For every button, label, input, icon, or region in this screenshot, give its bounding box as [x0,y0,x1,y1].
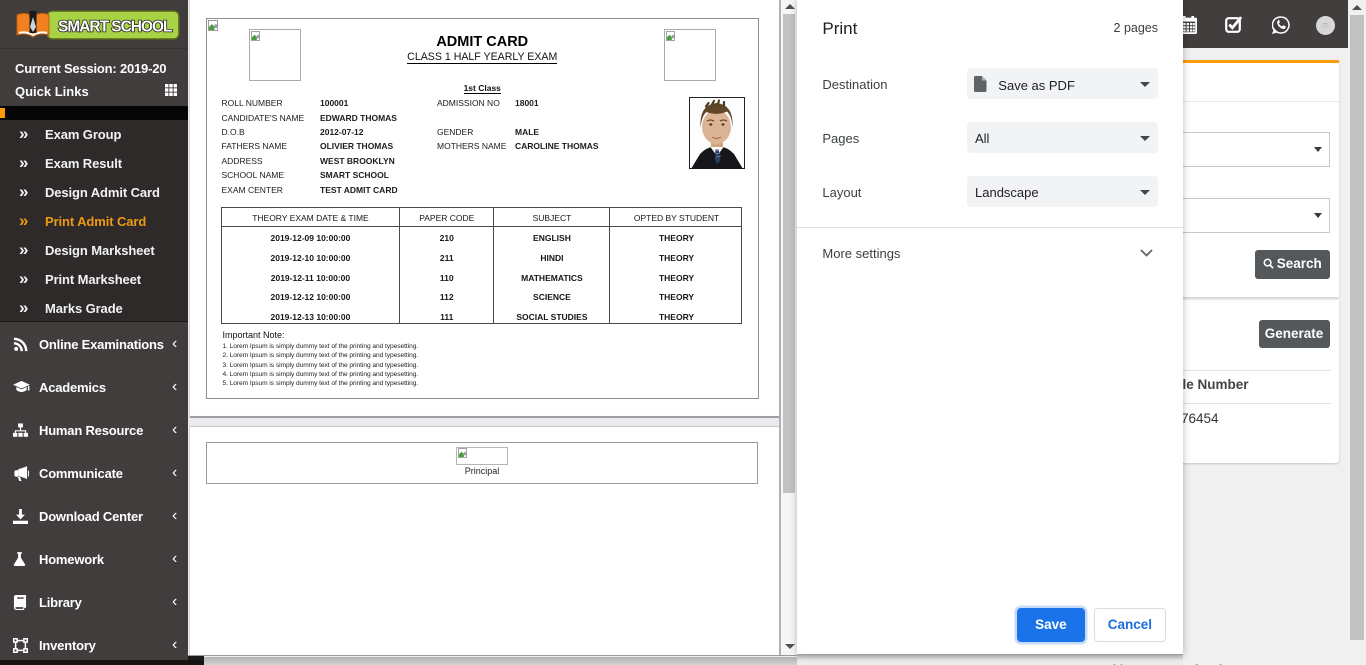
svg-text:SMART SCHOOL: SMART SCHOOL [58,19,172,36]
